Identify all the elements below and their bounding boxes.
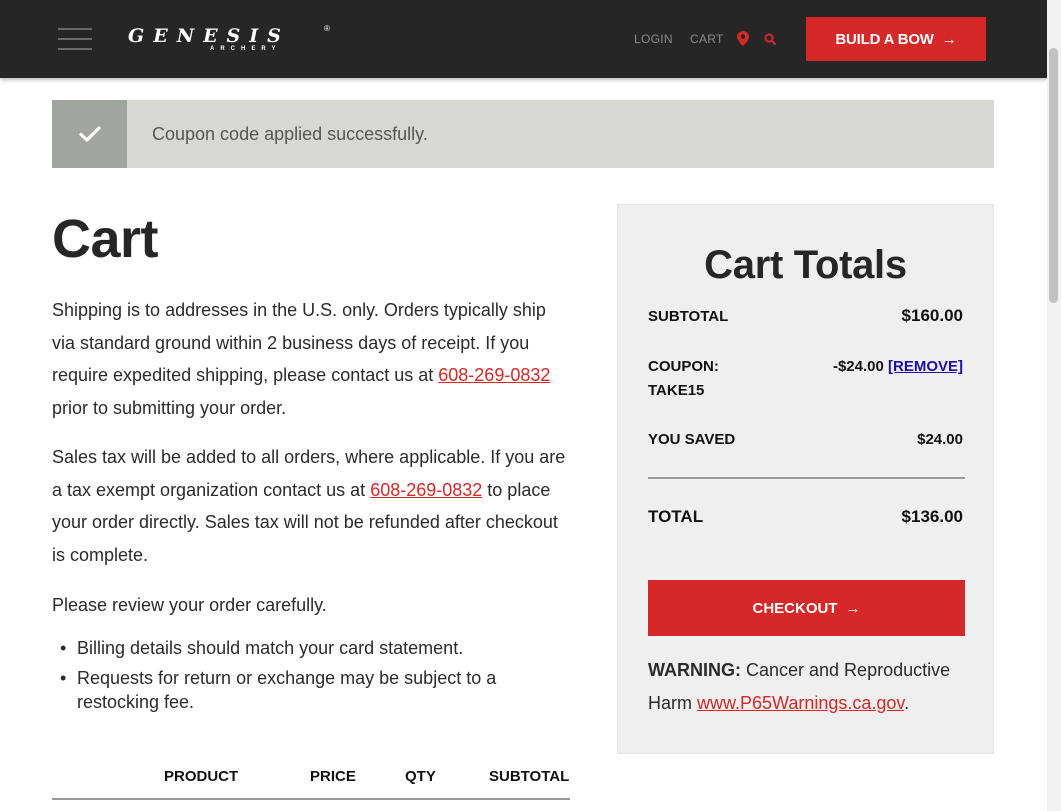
arrow-right-icon: → [845,599,861,617]
build-a-bow-label: BUILD A BOW [835,30,934,48]
warning-label: WARNING: [648,660,741,680]
phone-link-tax[interactable]: 608-269-0832 [370,480,482,500]
page-scrollbar[interactable] [1047,0,1061,811]
you-saved-value: $24.00 [917,431,963,448]
tax-info: Sales tax will be added to all orders, w… [52,441,572,571]
cart-table-header: PRODUCT PRICE QTY SUBTOTAL [52,766,570,800]
order-notes-list: Billing details should match your card s… [60,636,547,720]
list-item: Billing details should match your card s… [60,636,547,660]
logo-registered-mark: ® [324,24,330,33]
logo-text: GENESIS [128,25,290,47]
prop65-warning: WARNING: Cancer and Reproductive Harm ww… [648,654,968,719]
scrollbar-thumb[interactable] [1049,48,1058,303]
page-title: Cart [52,209,159,269]
checkout-button[interactable]: CHECKOUT → [648,580,965,636]
arrow-right-icon: → [941,30,957,48]
column-header-price: PRICE [310,768,356,785]
remove-coupon-link[interactable]: [REMOVE] [888,358,963,375]
total-value: $136.00 [901,507,963,526]
notice-message: Coupon code applied successfully. [152,124,428,144]
total-label: TOTAL [648,507,704,526]
coupon-label-text: COUPON: [648,358,719,375]
search-icon[interactable] [764,33,776,45]
nav-cart-link[interactable]: CART [690,32,724,46]
subtotal-value: $160.00 [901,306,963,325]
checkout-label: CHECKOUT [752,599,838,617]
checkmark-icon [52,100,127,168]
you-saved-label: YOU SAVED [648,431,736,448]
coupon-label: COUPON: TAKE15 [648,355,719,403]
review-note: Please review your order carefully. [52,595,327,615]
shipping-info: Shipping is to addresses in the U.S. onl… [52,294,572,424]
subtotal-label: SUBTOTAL [648,308,729,325]
coupon-discount: -$24.00 [832,358,884,375]
hamburger-menu-icon[interactable] [58,28,92,52]
column-header-qty: QTY [405,768,436,785]
genesis-logo[interactable]: GENESIS ® ARCHERY [128,24,330,52]
build-a-bow-button[interactable]: BUILD A BOW → [806,17,986,61]
site-header: GENESIS ® ARCHERY LOGIN CART BUILD A BOW… [0,0,1047,78]
logo-subtext: ARCHERY [210,46,282,52]
column-header-product: PRODUCT [164,768,239,785]
shipping-text-2: prior to submitting your order. [52,397,287,418]
p65-warnings-link[interactable]: www.P65Warnings.ca.gov [697,693,904,713]
totals-divider [648,477,965,479]
cart-totals-title: Cart Totals [704,243,907,287]
coupon-value: -$24.00 [REMOVE] [833,355,963,379]
phone-link-shipping[interactable]: 608-269-0832 [438,365,550,385]
list-item: Requests for return or exchange may be s… [60,666,547,714]
map-pin-icon[interactable] [737,31,749,46]
cart-totals-panel: Cart Totals SUBTOTAL $160.00 COUPON: TAKE… [617,204,994,754]
coupon-code: TAKE15 [648,382,705,399]
coupon-success-notice: Coupon code applied successfully. [52,100,994,168]
nav-login-link[interactable]: LOGIN [634,32,673,46]
warning-end: . [904,692,910,713]
column-header-subtotal: SUBTOTAL [489,768,570,785]
